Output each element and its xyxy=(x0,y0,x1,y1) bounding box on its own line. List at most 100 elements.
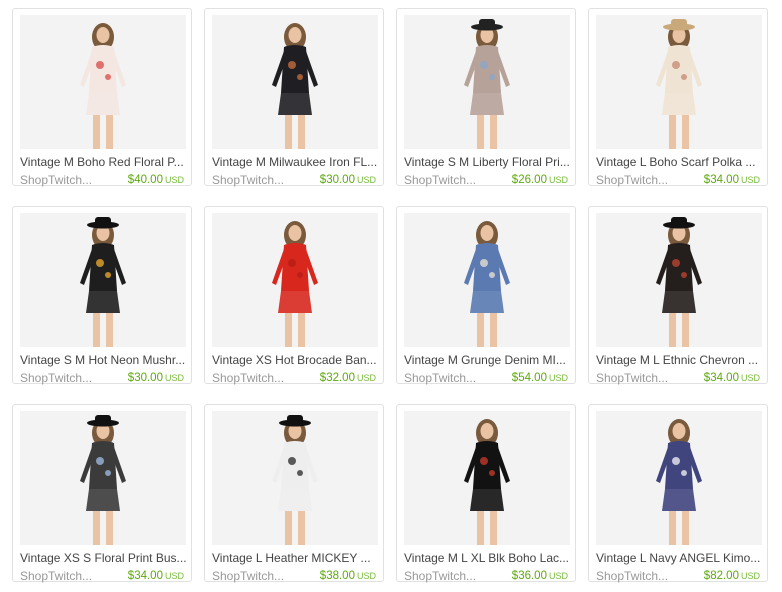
left-leg xyxy=(669,511,676,545)
price-value: $36.00 xyxy=(511,570,547,582)
garment-detail xyxy=(105,272,111,278)
listing-title[interactable]: Vintage XS Hot Brocade Ban... xyxy=(212,353,380,367)
garment-detail xyxy=(480,61,488,69)
listing-title[interactable]: Vintage M Boho Red Floral P... xyxy=(20,155,188,169)
listing-title[interactable]: Vintage M Grunge Denim MI... xyxy=(404,353,572,367)
listing-title[interactable]: Vintage M L XL Blk Boho Lac... xyxy=(404,551,572,565)
price-currency: USD xyxy=(164,373,184,383)
left-leg xyxy=(477,313,484,347)
listing-photo[interactable] xyxy=(404,15,570,149)
lower-garment xyxy=(86,489,120,511)
listing-price: $38.00 USD xyxy=(320,570,376,582)
torso xyxy=(89,441,117,489)
listing-card[interactable]: Vintage L Navy ANGEL Kimo... ShopTwitch..… xyxy=(588,404,768,583)
shop-name[interactable]: ShopTwitch... xyxy=(212,569,284,583)
hat-crown xyxy=(95,217,111,225)
shop-name[interactable]: ShopTwitch... xyxy=(596,371,668,385)
lower-garment xyxy=(662,291,696,313)
listing-photo[interactable] xyxy=(212,15,378,149)
price-value: $30.00 xyxy=(127,372,163,384)
garment-detail xyxy=(681,470,687,476)
right-leg xyxy=(682,313,689,347)
listing-card[interactable]: Vintage M L XL Blk Boho Lac... ShopTwitch… xyxy=(396,404,576,583)
listing-price: $40.00 USD xyxy=(128,174,184,186)
price-currency: USD xyxy=(356,373,376,383)
listing-photo[interactable] xyxy=(404,411,570,545)
listing-photo[interactable] xyxy=(20,15,186,149)
garment-detail xyxy=(672,61,680,69)
shop-name[interactable]: ShopTwitch... xyxy=(596,569,668,583)
listing-card[interactable]: Vintage S M Hot Neon Mushr... ShopTwitch.… xyxy=(12,206,192,385)
garment-detail xyxy=(489,470,495,476)
right-leg xyxy=(298,115,305,149)
listing-title[interactable]: Vintage L Navy ANGEL Kimo... xyxy=(596,551,764,565)
price-currency: USD xyxy=(164,175,184,185)
listing-price: $54.00 USD xyxy=(512,372,568,384)
hat-crown xyxy=(479,19,495,27)
listing-price: $26.00 USD xyxy=(512,174,568,186)
listing-photo[interactable] xyxy=(212,411,378,545)
listing-photo[interactable] xyxy=(20,411,186,545)
listing-card[interactable]: Vintage XS S Floral Print Bus... ShopTwit… xyxy=(12,404,192,583)
right-leg xyxy=(490,511,497,545)
hat-crown xyxy=(287,415,303,423)
shop-name[interactable]: ShopTwitch... xyxy=(596,173,668,187)
model-figure xyxy=(212,213,378,347)
listing-card[interactable]: Vintage M L Ethnic Chevron ... ShopTwitch… xyxy=(588,206,768,385)
listing-title[interactable]: Vintage XS S Floral Print Bus... xyxy=(20,551,188,565)
listing-photo[interactable] xyxy=(20,213,186,347)
garment-detail xyxy=(288,457,296,465)
shop-name[interactable]: ShopTwitch... xyxy=(404,173,476,187)
lower-garment xyxy=(470,93,504,115)
garment-detail xyxy=(288,259,296,267)
listing-card[interactable]: Vintage M Milwaukee Iron FL... ShopTwitch… xyxy=(204,8,384,187)
price-value: $34.00 xyxy=(703,174,739,186)
listing-card[interactable]: Vintage S M Liberty Floral Pri... ShopTwi… xyxy=(396,8,576,187)
listing-title[interactable]: Vintage L Heather MICKEY ... xyxy=(212,551,380,565)
shop-name[interactable]: ShopTwitch... xyxy=(212,173,284,187)
model-figure xyxy=(596,15,762,149)
left-leg xyxy=(669,313,676,347)
garment-detail xyxy=(96,457,104,465)
hat-crown xyxy=(95,415,111,423)
listing-photo[interactable] xyxy=(596,15,762,149)
listing-photo[interactable] xyxy=(596,213,762,347)
listing-title[interactable]: Vintage M L Ethnic Chevron ... xyxy=(596,353,764,367)
shop-name[interactable]: ShopTwitch... xyxy=(20,569,92,583)
listing-card[interactable]: Vintage M Boho Red Floral P... ShopTwitch… xyxy=(12,8,192,187)
shop-name[interactable]: ShopTwitch... xyxy=(404,569,476,583)
garment-detail xyxy=(489,272,495,278)
listing-photo[interactable] xyxy=(596,411,762,545)
garment-detail xyxy=(96,259,104,267)
listing-grid: Vintage M Boho Red Floral P... ShopTwitch… xyxy=(12,8,770,584)
shop-name[interactable]: ShopTwitch... xyxy=(20,371,92,385)
listing-card[interactable]: Vintage M Grunge Denim MI... ShopTwitch..… xyxy=(396,206,576,385)
listing-photo[interactable] xyxy=(212,213,378,347)
torso xyxy=(473,441,501,489)
listing-price: $34.00 USD xyxy=(704,174,760,186)
left-leg xyxy=(93,313,100,347)
listing-card[interactable]: Vintage L Heather MICKEY ... ShopTwitch..… xyxy=(204,404,384,583)
listing-price: $30.00 USD xyxy=(128,372,184,384)
listing-title[interactable]: Vintage S M Liberty Floral Pri... xyxy=(404,155,572,169)
listing-card[interactable]: Vintage L Boho Scarf Polka ... ShopTwitch… xyxy=(588,8,768,187)
shop-name[interactable]: ShopTwitch... xyxy=(404,371,476,385)
price-value: $54.00 xyxy=(511,372,547,384)
listing-photo[interactable] xyxy=(404,213,570,347)
shop-name[interactable]: ShopTwitch... xyxy=(212,371,284,385)
garment-detail xyxy=(297,470,303,476)
lower-garment xyxy=(470,489,504,511)
lower-garment xyxy=(278,93,312,115)
shop-name[interactable]: ShopTwitch... xyxy=(20,173,92,187)
listing-title[interactable]: Vintage S M Hot Neon Mushr... xyxy=(20,353,188,367)
listing-title[interactable]: Vintage L Boho Scarf Polka ... xyxy=(596,155,764,169)
face xyxy=(480,225,494,241)
torso xyxy=(281,441,309,489)
torso xyxy=(665,243,693,291)
left-leg xyxy=(285,313,292,347)
torso xyxy=(281,243,309,291)
listing-card[interactable]: Vintage XS Hot Brocade Ban... ShopTwitch.… xyxy=(204,206,384,385)
listing-title[interactable]: Vintage M Milwaukee Iron FL... xyxy=(212,155,380,169)
left-leg xyxy=(477,115,484,149)
price-value: $34.00 xyxy=(703,372,739,384)
